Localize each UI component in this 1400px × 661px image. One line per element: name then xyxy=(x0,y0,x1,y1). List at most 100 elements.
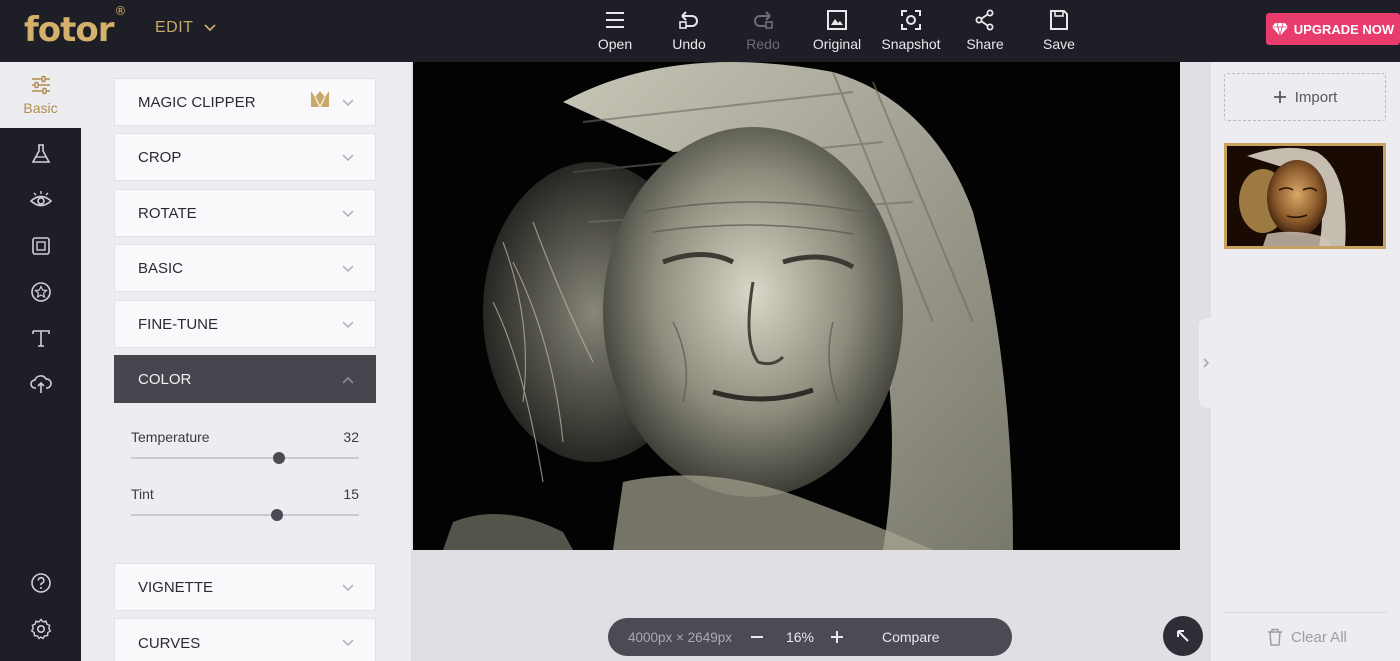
redo-icon xyxy=(754,11,773,29)
fotor-logo[interactable]: fotor® xyxy=(24,4,127,50)
image-thumbnail[interactable] xyxy=(1224,143,1386,249)
rail-item-basic-label: Basic xyxy=(23,100,58,116)
edit-menu-label: EDIT xyxy=(155,19,194,36)
section-label: MAGIC CLIPPER xyxy=(138,93,256,111)
plus-icon[interactable] xyxy=(828,628,846,646)
share-label: Share xyxy=(966,36,1004,52)
chevron-down-icon xyxy=(342,99,354,107)
save-button[interactable]: Save xyxy=(1022,8,1096,52)
rail-item-stickers[interactable] xyxy=(0,270,81,314)
original-button[interactable]: Original xyxy=(800,8,874,52)
upgrade-label: UPGRADE NOW xyxy=(1293,21,1395,37)
section-magic-clipper[interactable]: MAGIC CLIPPER xyxy=(114,78,376,126)
tint-slider: Tint 15 xyxy=(131,486,359,521)
rail-item-upload[interactable] xyxy=(0,362,81,406)
rail-item-settings[interactable] xyxy=(0,607,81,651)
settings-icon xyxy=(30,618,51,640)
tool-category-rail: Basic xyxy=(0,62,81,661)
chevron-down-icon xyxy=(342,321,354,329)
chevron-down-icon xyxy=(204,24,217,32)
rail-item-frames[interactable] xyxy=(0,224,81,268)
snapshot-icon xyxy=(901,10,921,30)
section-rotate[interactable]: ROTATE xyxy=(114,189,376,237)
arrow-up-left-icon xyxy=(1177,630,1189,642)
upgrade-now-button[interactable]: UPGRADE NOW xyxy=(1266,13,1400,45)
expand-panel-tab[interactable] xyxy=(1199,318,1213,408)
slider-label: Tint xyxy=(131,486,154,502)
chevron-up-icon xyxy=(342,376,354,384)
section-crop[interactable]: CROP xyxy=(114,133,376,181)
chevron-down-icon xyxy=(342,639,354,647)
image-dimensions: 4000px × 2649px xyxy=(628,629,732,645)
section-label: ROTATE xyxy=(138,204,197,222)
snapshot-label: Snapshot xyxy=(881,36,941,52)
zoom-level: 16% xyxy=(785,629,814,645)
portrait-image xyxy=(413,62,1180,550)
text-icon xyxy=(31,330,50,347)
undo-button[interactable]: Undo xyxy=(652,8,726,52)
flask-icon xyxy=(31,144,50,163)
chevron-down-icon xyxy=(342,154,354,162)
slider-value: 32 xyxy=(343,429,359,445)
section-curves[interactable]: CURVES xyxy=(114,618,376,661)
help-icon xyxy=(30,573,51,593)
clear-all-label: Clear All xyxy=(1291,628,1347,646)
share-button[interactable]: Share xyxy=(948,8,1022,52)
rail-item-beauty[interactable] xyxy=(0,178,81,222)
chevron-down-icon xyxy=(342,265,354,273)
section-basic[interactable]: BASIC xyxy=(114,244,376,292)
image-icon xyxy=(827,10,847,30)
rail-item-effects[interactable] xyxy=(0,132,81,176)
minus-icon[interactable] xyxy=(748,628,766,646)
rail-item-text[interactable] xyxy=(0,316,81,360)
slider-track[interactable] xyxy=(131,509,359,521)
crown-icon xyxy=(311,91,329,109)
slider-thumb[interactable] xyxy=(270,509,283,521)
sliders-icon xyxy=(31,75,50,95)
trash-icon xyxy=(1268,628,1282,646)
rail-item-basic[interactable]: Basic xyxy=(0,62,81,128)
open-button[interactable]: Open xyxy=(578,8,652,52)
slider-thumb[interactable] xyxy=(273,452,286,464)
redo-button[interactable]: Redo xyxy=(726,8,800,52)
import-button[interactable]: Import xyxy=(1224,73,1386,121)
image-library-panel: Import Clear All xyxy=(1199,62,1400,661)
temperature-slider: Temperature 32 xyxy=(131,429,359,464)
section-label: BASIC xyxy=(138,259,184,277)
snapshot-button[interactable]: Snapshot xyxy=(874,8,948,52)
divider xyxy=(1224,612,1387,613)
collapse-button[interactable] xyxy=(1163,616,1203,656)
slider-track[interactable] xyxy=(131,452,359,464)
section-color[interactable]: COLOR xyxy=(114,355,376,403)
section-label: FINE-TUNE xyxy=(138,315,218,333)
adjustment-panel: MAGIC CLIPPER CROP ROTATE BASIC FINE-TUN… xyxy=(81,62,411,661)
thumbnail-image xyxy=(1227,146,1383,246)
zoom-status-bar: 4000px × 2649px 16% Compare xyxy=(608,618,1012,656)
star-icon xyxy=(30,282,51,302)
redo-label: Redo xyxy=(746,36,780,52)
fotor-editor: fotor® EDIT Open Undo Redo Original Snap… xyxy=(0,0,1400,661)
save-label: Save xyxy=(1043,36,1075,52)
edited-photo[interactable] xyxy=(413,62,1180,550)
section-vignette[interactable]: VIGNETTE xyxy=(114,563,376,611)
eye-icon xyxy=(29,191,52,207)
section-label: CROP xyxy=(138,148,182,166)
photo-canvas: 4000px × 2649px 16% Compare xyxy=(411,62,1211,661)
rail-item-help[interactable] xyxy=(0,561,81,605)
save-icon xyxy=(1050,10,1068,30)
chevron-right-icon xyxy=(1203,358,1210,368)
section-label: VIGNETTE xyxy=(138,578,214,596)
undo-icon xyxy=(679,11,698,29)
original-label: Original xyxy=(812,36,862,52)
edit-menu[interactable]: EDIT xyxy=(155,19,217,37)
compare-button[interactable]: Compare xyxy=(882,629,940,645)
share-icon xyxy=(975,9,994,31)
clear-all-button[interactable]: Clear All xyxy=(1267,628,1347,646)
menu-icon xyxy=(606,12,624,28)
section-label: COLOR xyxy=(138,370,192,388)
slider-value: 15 xyxy=(343,486,359,502)
section-fine-tune[interactable]: FINE-TUNE xyxy=(114,300,376,348)
top-bar: fotor® EDIT Open Undo Redo Original Snap… xyxy=(0,0,1400,62)
import-label: Import xyxy=(1294,88,1338,106)
main-toolbar: Open Undo Redo Original Snapshot Share S… xyxy=(578,8,1096,52)
